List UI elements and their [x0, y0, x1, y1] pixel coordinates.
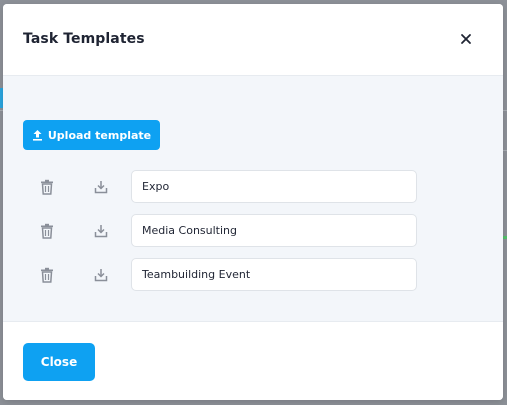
close-button[interactable]: Close — [23, 343, 95, 381]
upload-template-label: Upload template — [47, 128, 152, 142]
template-name-field[interactable]: Expo — [131, 170, 417, 203]
task-templates-dialog: Task Templates Upload template Expo Medi… — [3, 4, 503, 400]
delete-template-button[interactable] — [39, 178, 55, 196]
delete-template-button[interactable] — [39, 222, 55, 240]
delete-template-button[interactable] — [39, 266, 55, 284]
template-name-field[interactable]: Teambuilding Event — [131, 258, 417, 291]
trash-icon — [41, 223, 53, 239]
close-icon — [461, 34, 471, 44]
download-template-button[interactable] — [93, 178, 109, 196]
download-template-button[interactable] — [93, 266, 109, 284]
download-icon — [94, 269, 108, 282]
trash-icon — [41, 179, 53, 195]
upload-icon — [32, 129, 43, 141]
download-template-button[interactable] — [93, 222, 109, 240]
dialog-title: Task Templates — [23, 31, 145, 47]
dialog-header: Task Templates — [3, 4, 503, 76]
template-row: Media Consulting — [3, 214, 503, 250]
background-status-bar — [503, 236, 507, 239]
template-row: Teambuilding Event — [3, 258, 503, 294]
upload-template-button[interactable]: Upload template — [23, 120, 160, 150]
download-icon — [94, 181, 108, 194]
template-row: Expo — [3, 170, 503, 206]
trash-icon — [41, 267, 53, 283]
dialog-footer: Close — [3, 322, 503, 400]
dialog-body: Upload template Expo Media Consulting Te… — [3, 76, 503, 322]
background-divider — [503, 150, 507, 151]
close-dialog-button[interactable] — [455, 28, 477, 50]
template-name-field[interactable]: Media Consulting — [131, 214, 417, 247]
download-icon — [94, 225, 108, 238]
